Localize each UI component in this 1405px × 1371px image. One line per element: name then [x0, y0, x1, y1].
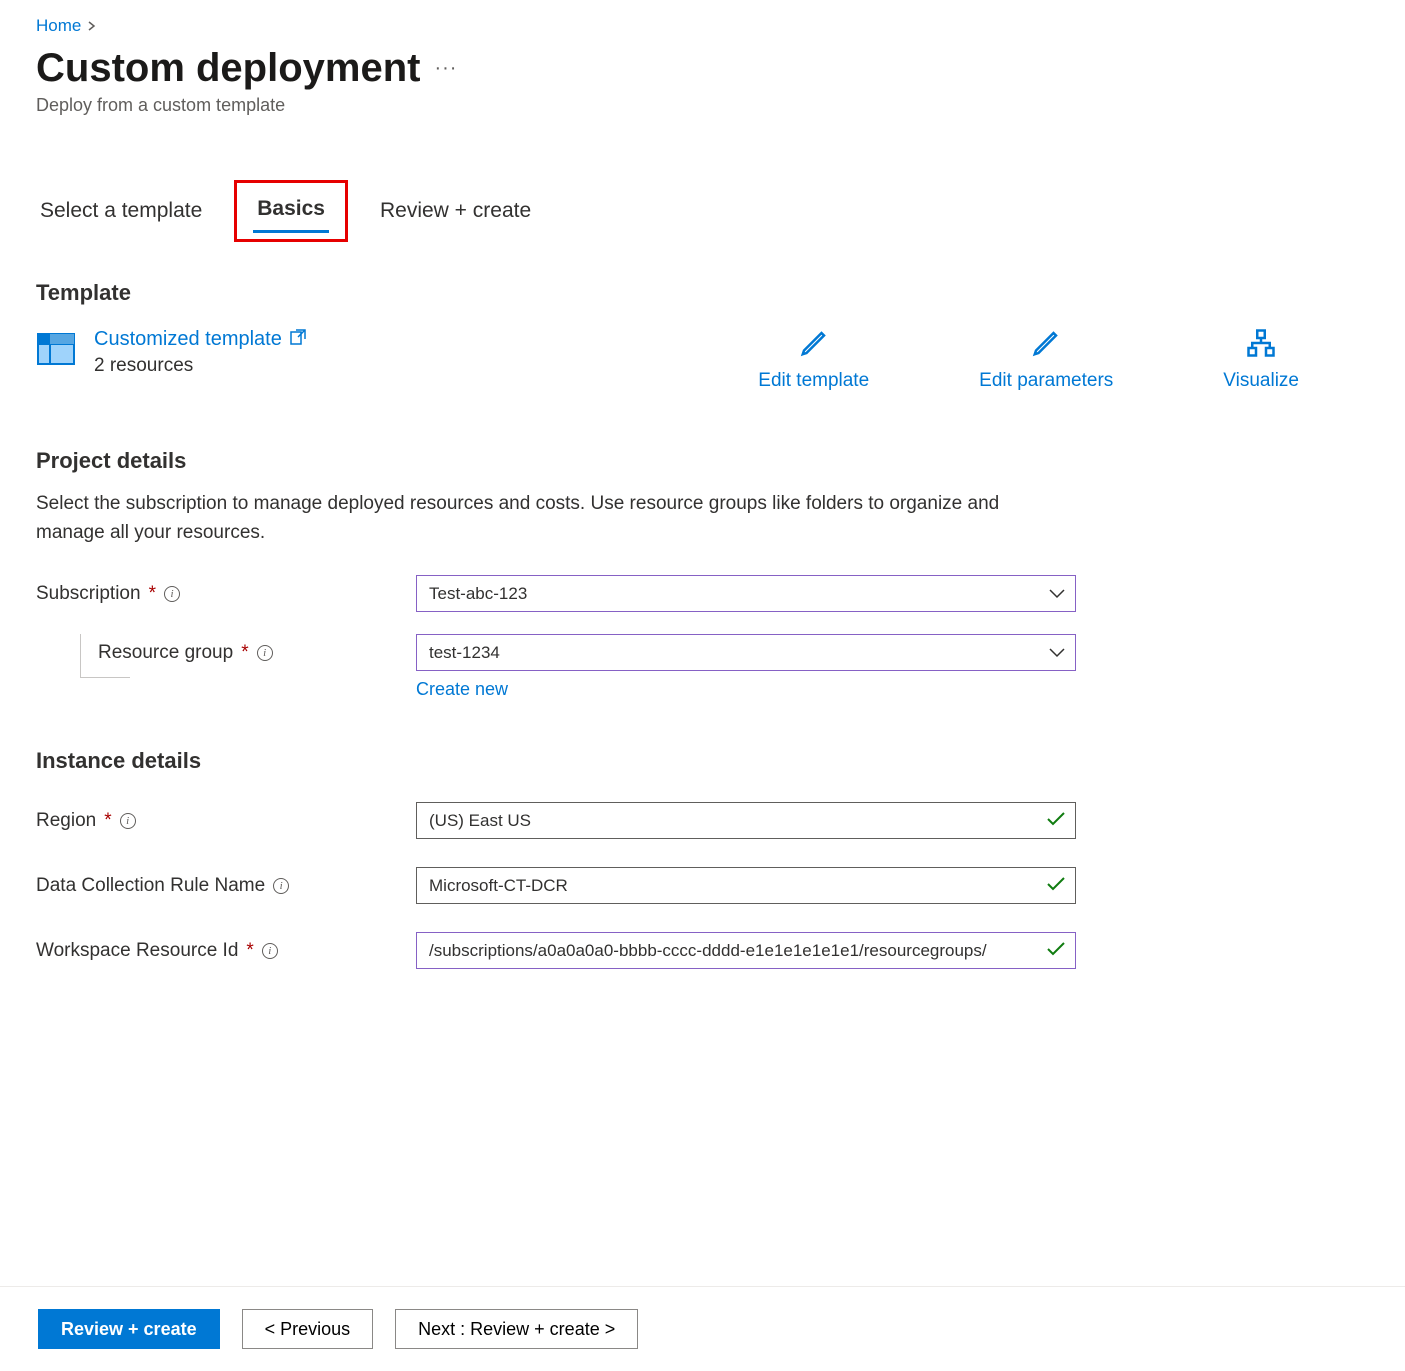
template-section-title: Template — [36, 280, 1369, 306]
tab-select-template[interactable]: Select a template — [36, 191, 206, 231]
edit-template-button[interactable]: Edit template — [758, 328, 869, 392]
check-icon — [1047, 811, 1065, 831]
page-subtitle: Deploy from a custom template — [36, 95, 1369, 116]
required-indicator: * — [104, 810, 111, 832]
project-details-title: Project details — [36, 448, 1369, 474]
resource-group-value: test-1234 — [429, 643, 500, 663]
footer: Review + create < Previous Next : Review… — [0, 1286, 1405, 1371]
tree-connector-line — [80, 634, 130, 678]
info-icon[interactable]: i — [262, 943, 278, 959]
edit-parameters-button[interactable]: Edit parameters — [979, 328, 1113, 392]
visualize-label: Visualize — [1223, 370, 1299, 392]
previous-button[interactable]: < Previous — [242, 1309, 374, 1349]
dcr-name-label: Data Collection Rule Name — [36, 875, 265, 897]
edit-icon — [1031, 328, 1061, 364]
breadcrumb-home[interactable]: Home — [36, 16, 81, 36]
page-title: Custom deployment — [36, 46, 420, 91]
tab-basics[interactable]: Basics — [253, 189, 329, 229]
tab-review-create[interactable]: Review + create — [376, 191, 535, 231]
required-indicator: * — [246, 940, 253, 962]
hierarchy-icon — [1246, 328, 1276, 364]
region-label: Region — [36, 810, 96, 832]
region-dropdown[interactable]: (US) East US — [416, 802, 1076, 839]
workspace-id-label: Workspace Resource Id — [36, 940, 238, 962]
workspace-id-value: /subscriptions/a0a0a0a0-bbbb-cccc-dddd-e… — [429, 941, 987, 961]
dcr-name-input[interactable]: Microsoft-CT-DCR — [416, 867, 1076, 904]
template-icon — [36, 328, 76, 373]
edit-icon — [799, 328, 829, 364]
tab-basics-highlight-box: Basics — [234, 180, 348, 242]
instance-details-title: Instance details — [36, 748, 1369, 774]
info-icon[interactable]: i — [257, 645, 273, 661]
subscription-label: Subscription — [36, 583, 141, 605]
customized-template-label: Customized template — [94, 328, 282, 351]
dcr-name-value: Microsoft-CT-DCR — [429, 876, 568, 896]
edit-parameters-label: Edit parameters — [979, 370, 1113, 392]
customized-template-link[interactable]: Customized template — [94, 328, 306, 351]
popout-icon — [290, 328, 306, 351]
project-details-description: Select the subscription to manage deploy… — [36, 490, 1056, 547]
more-actions-button[interactable]: ··· — [434, 57, 457, 80]
edit-template-label: Edit template — [758, 370, 869, 392]
required-indicator: * — [241, 642, 248, 664]
chevron-down-icon — [1049, 584, 1065, 604]
subscription-dropdown[interactable]: Test-abc-123 — [416, 575, 1076, 612]
resource-group-dropdown[interactable]: test-1234 — [416, 634, 1076, 671]
region-value: (US) East US — [429, 811, 531, 831]
info-icon[interactable]: i — [120, 813, 136, 829]
info-icon[interactable]: i — [164, 586, 180, 602]
review-create-button[interactable]: Review + create — [38, 1309, 220, 1349]
chevron-right-icon — [87, 16, 97, 36]
create-new-link[interactable]: Create new — [416, 679, 508, 699]
subscription-value: Test-abc-123 — [429, 584, 527, 604]
chevron-down-icon — [1049, 643, 1065, 663]
template-resources-count: 2 resources — [94, 355, 306, 377]
breadcrumb: Home — [36, 16, 1369, 36]
check-icon — [1047, 941, 1065, 961]
check-icon — [1047, 876, 1065, 896]
info-icon[interactable]: i — [273, 878, 289, 894]
required-indicator: * — [149, 583, 156, 605]
workspace-id-input[interactable]: /subscriptions/a0a0a0a0-bbbb-cccc-dddd-e… — [416, 932, 1076, 969]
visualize-button[interactable]: Visualize — [1223, 328, 1299, 392]
next-button[interactable]: Next : Review + create > — [395, 1309, 638, 1349]
tabs: Select a template Basics Review + create — [36, 180, 1369, 242]
